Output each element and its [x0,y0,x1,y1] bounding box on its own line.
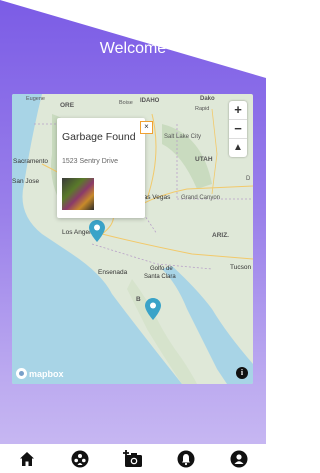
tab-home[interactable] [17,449,37,469]
map-navigation-control: + − ▲ [229,101,247,157]
map-label-idaho: IDAHO [140,98,160,104]
compass-button[interactable]: ▲ [229,139,247,157]
marker-popup: Garbage Found × 1523 Sentry Drive [57,118,153,218]
add-photo-icon [122,449,142,467]
map-label-rapid-city: Rapid [195,106,210,112]
tab-community[interactable] [70,449,90,469]
map-label-utah: UTAH [195,156,213,163]
map-label-san-jose: San Jose [12,178,40,185]
community-icon [71,450,89,467]
map-label-ariz: ARIZ. [212,232,229,239]
zoom-in-button[interactable]: + [229,101,247,120]
map-label-golfo: Golfo de [150,266,173,272]
popup-address: 1523 Sentry Drive [62,158,119,165]
map-label-dakota: Dako [200,96,215,102]
tab-notifications[interactable] [176,449,196,469]
notifications-icon [177,450,195,467]
map-label-denver-edge: D [246,176,251,182]
welcome-screen: Welcome Eugene ORE Boise IDAHO Dako Rapi… [0,0,266,473]
map-label-grand-canyon: Grand Canyon [181,195,221,201]
map-label-ensenada: Ensenada [98,269,128,276]
zoom-out-button[interactable]: − [229,120,247,139]
map-label-boise: Boise [119,100,133,106]
profile-icon [230,450,248,467]
map-view[interactable]: Eugene ORE Boise IDAHO Dako Rapid Salt L… [12,94,253,384]
map-label-ore: ORE [60,102,75,109]
map-label-eugene: Eugene [26,96,45,102]
popup-title: Garbage Found [62,131,136,143]
popup-close-button[interactable]: × [140,121,153,134]
map-label-tucson: Tucson [230,264,252,271]
attribution-info-button[interactable]: i [236,367,248,379]
mapbox-logo-icon [16,368,27,379]
map-label-sacramento: Sacramento [13,158,49,165]
home-icon [19,451,34,466]
page-title: Welcome [99,40,167,57]
map-label-salt-lake: Salt Lake City [164,134,202,140]
map-pin-icon [145,298,161,320]
bottom-tab-bar [0,444,266,473]
mapbox-logo[interactable]: mapbox [16,368,64,379]
tab-profile[interactable] [229,449,249,469]
map-label-baja: B [136,296,141,303]
map-pin-icon [89,220,105,242]
mapbox-logo-text: mapbox [29,368,64,379]
header-corner-decoration [0,0,266,78]
tab-add-photo[interactable] [122,449,143,469]
garbage-photo-thumbnail[interactable] [62,178,94,210]
map-label-santa-clara: Santa Clara [144,274,176,280]
